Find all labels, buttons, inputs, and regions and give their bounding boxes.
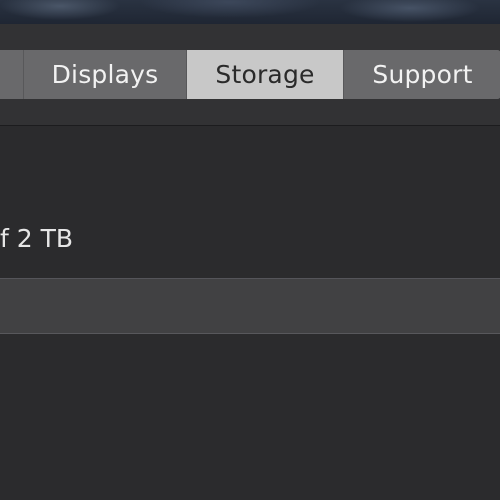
tab-displays[interactable]: Displays: [23, 50, 186, 99]
about-this-mac-window: Displays Storage Support f 2 TB: [0, 24, 500, 500]
storage-pane: f 2 TB: [0, 126, 500, 500]
storage-usage-bar: [0, 278, 500, 334]
desktop-wallpaper: [0, 0, 500, 24]
tab-overview[interactable]: [0, 50, 23, 99]
tab-storage[interactable]: Storage: [186, 50, 343, 99]
tab-support[interactable]: Support: [343, 50, 500, 99]
storage-capacity-text: f 2 TB: [0, 224, 74, 253]
segmented-tab-control: Displays Storage Support: [0, 50, 500, 99]
toolbar: Displays Storage Support: [0, 24, 500, 126]
